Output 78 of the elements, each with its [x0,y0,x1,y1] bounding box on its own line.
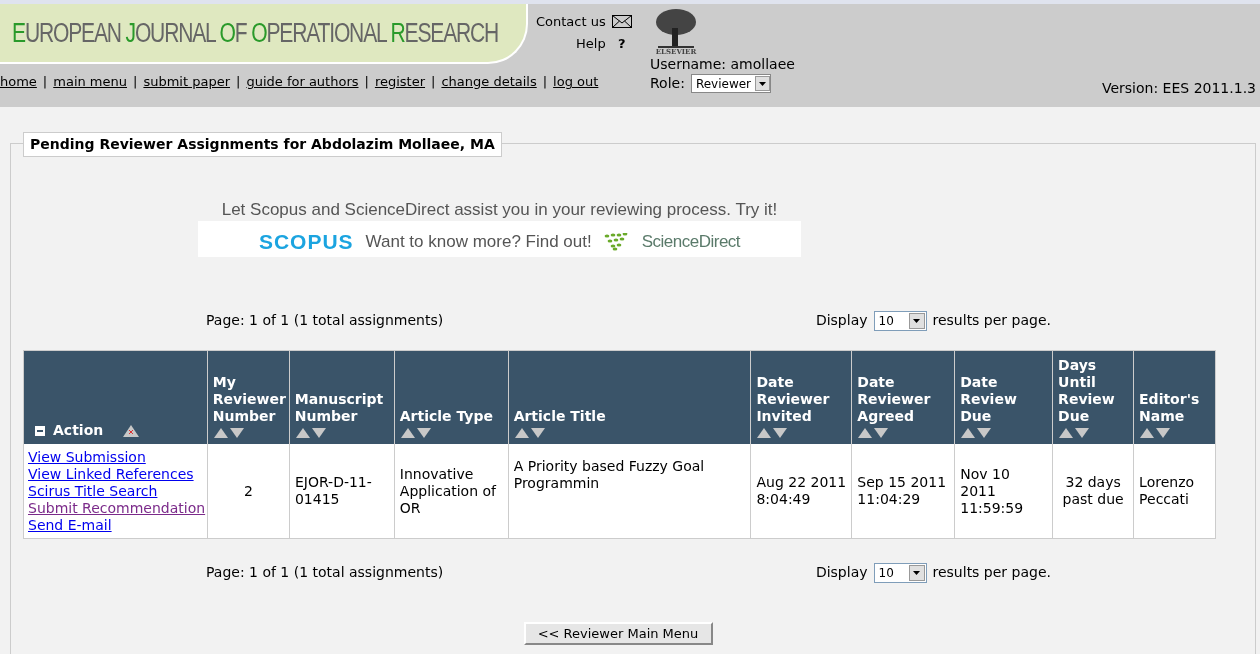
sort-arrows-icon[interactable] [399,427,432,439]
nav-separator: | [133,73,138,91]
nav-link[interactable]: home [0,72,37,92]
column-header[interactable]: Article Title [508,351,752,444]
per-page-label: results per page. [932,563,1051,582]
action-link[interactable]: Send E-mail [28,516,112,534]
help-link[interactable]: Help ? [576,33,632,53]
sort-arrows-icon[interactable] [1139,427,1172,439]
collapse-icon[interactable] [35,425,45,436]
promo-banner[interactable]: Let Scopus and ScienceDirect assist you in your reviewing process. Try it! SCOPUS Want to know more? Find out! ScienceDirect [198,199,801,257]
column-header[interactable]: Manuscript Number [289,351,395,444]
role-label: Role: [650,74,685,93]
nav-separator: | [236,73,241,91]
column-header[interactable]: Editor's Name [1134,351,1215,444]
username: Username: amollaee [650,56,795,73]
action-link[interactable]: Submit Recommendation [28,499,206,517]
sort-arrows-icon[interactable] [513,427,546,439]
role-select[interactable]: Reviewer [690,74,772,93]
back-button[interactable]: << Reviewer Main Menu [523,622,713,645]
sort-arrows-icon[interactable] [212,427,245,439]
contact-link[interactable]: Contact us [536,12,632,32]
sort-arrows-icon[interactable] [960,427,993,439]
nav-separator: | [364,73,369,91]
mail-icon [611,15,632,29]
per-page-label: results per page. [932,311,1051,330]
nav-link[interactable]: log out [553,72,599,92]
page-count: Page: 1 of 1 (1 total assignments) [206,563,444,582]
nav-separator: | [431,73,436,91]
table-cell-text: Lorenzo Peccati [1139,474,1196,508]
column-header[interactable]: Action [24,351,208,444]
journal-title: EUROPEAN JOURNAL OF OPERATIONAL RESEARCH [12,16,499,50]
table-cell-text: EJOR-D-11-01415 [294,474,373,508]
action-header-text: Action [53,422,104,439]
dots-logo-icon [603,232,630,251]
warning-icon [123,424,140,437]
nav-link[interactable]: guide for authors [246,72,359,92]
nav-link[interactable]: register [374,72,426,92]
column-header[interactable]: Article Type [394,351,509,444]
sciencedirect-logo: ScienceDirect [641,231,741,253]
column-header[interactable]: Date Reviewer Invited [751,351,853,444]
table-cell-text: Innovative Application of OR [399,465,498,517]
table-cell: Aug 22 2011 8:04:49 [756,474,847,508]
column-header[interactable]: Date Reviewer Agreed [852,351,956,444]
nav-separator: | [542,73,548,91]
nav-separator: | [42,73,48,91]
per-page-select[interactable]: 10 [873,310,927,331]
table-cell-text: 32 days past due [1061,474,1125,508]
column-header[interactable]: My Reviewer Number [207,351,290,444]
sort-arrows-icon[interactable] [857,427,890,439]
per-page-select[interactable]: 10 [873,562,927,583]
column-header[interactable]: Date Review Due [955,351,1054,444]
scopus-logo: SCOPUS [258,231,354,253]
version-label: Version: EES 2011.1.3 [1101,79,1256,98]
sort-arrows-icon[interactable] [1058,427,1091,439]
table-cell-text: Sep 15 2011 11:04:29 [857,474,948,508]
caret-icon [759,81,767,86]
display-label: Display [815,311,868,330]
question-icon: ? [611,33,632,53]
tree-logo-icon [654,8,698,48]
caret-icon [913,318,920,323]
promo-text: Want to know more? Find out! [365,231,592,253]
promo-headline: Let Scopus and ScienceDirect assist you in your reviewing process. Try it! [198,199,801,221]
column-header[interactable]: Days Until Review Due [1053,351,1135,444]
sort-arrows-icon[interactable] [756,427,789,439]
caret-icon [913,570,920,575]
nav-link[interactable]: submit paper [143,72,230,92]
table-cell-text: A Priority based Fuzzy Goal Programmin [513,458,706,492]
action-link[interactable]: View Submission [28,448,146,466]
action-link[interactable]: Scirus Title Search [28,482,158,500]
table-cell: 2 [244,482,253,500]
nav-link[interactable]: change details [441,72,537,92]
display-label: Display [815,563,868,582]
action-link[interactable]: View Linked References [28,465,194,483]
sort-arrows-icon[interactable] [294,427,327,439]
page-count: Page: 1 of 1 (1 total assignments) [206,311,444,330]
nav-link[interactable]: main menu [53,72,127,92]
panel-title: Pending Reviewer Assignments for Abdolazim Mollaee, MA [23,132,502,157]
table-cell-text: Nov 10 2011 11:59:59 [960,465,1025,517]
